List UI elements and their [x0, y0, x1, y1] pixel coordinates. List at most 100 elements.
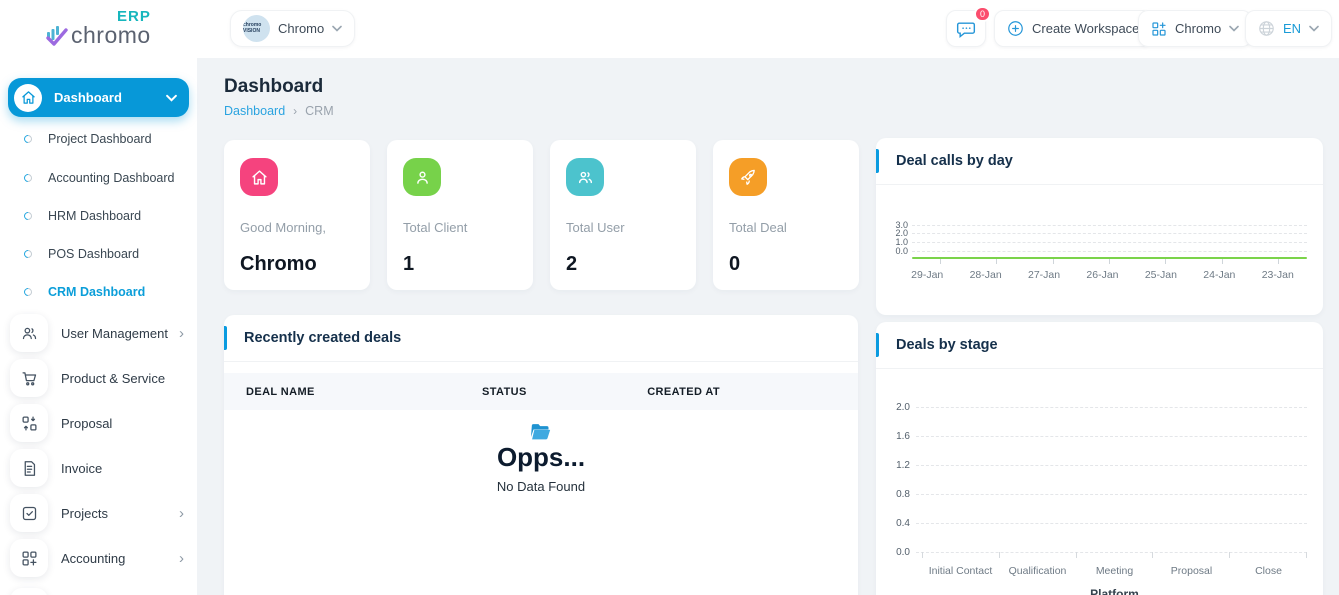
sidebar-item-label: Invoice: [61, 461, 184, 476]
workspace-grid-icon: [1151, 21, 1167, 37]
app-logo[interactable]: chromo ERP: [45, 10, 175, 52]
x-tick: 29-Jan: [898, 269, 956, 281]
accent-bar: [224, 326, 227, 350]
sidebar-item-partial[interactable]: [10, 588, 188, 595]
sidebar-item-product-service[interactable]: Product & Service: [10, 359, 188, 397]
sidebar-subitem-label: HRM Dashboard: [48, 209, 141, 223]
sidebar-item-accounting[interactable]: Accounting ›: [10, 539, 188, 577]
x-axis-ticks: [912, 259, 1307, 265]
users-icon: [10, 314, 48, 352]
x-tick: 25-Jan: [1132, 269, 1190, 281]
page-title: Dashboard: [224, 76, 323, 98]
folder-icon: [531, 424, 551, 440]
chevron-down-icon: [1229, 25, 1239, 32]
chat-badge: 0: [974, 6, 991, 22]
sidebar-subitem-crm-dashboard[interactable]: CRM Dashboard: [24, 285, 145, 299]
card-header: Recently created deals: [224, 315, 858, 362]
brand-name: chromo: [71, 22, 151, 49]
sidebar-item-label: Product & Service: [61, 371, 184, 386]
sidebar-item-label: Proposal: [61, 416, 184, 431]
line-chart: 3.0 2.0 1.0 0.0 29-Jan 28-Jan 27-Jan 26-…: [886, 221, 1307, 281]
chevron-down-icon: [332, 25, 342, 32]
x-tick: 27-Jan: [1015, 269, 1073, 281]
sidebar-subitem-pos-dashboard[interactable]: POS Dashboard: [24, 247, 139, 261]
empty-message: No Data Found: [224, 479, 858, 494]
check-square-icon: [10, 494, 48, 532]
rocket-icon: [729, 158, 767, 196]
sidebar-item-label: Dashboard: [54, 90, 166, 105]
sidebar-item-label: User Management: [61, 326, 179, 341]
sidebar-item-invoice[interactable]: Invoice: [10, 449, 188, 487]
breadcrumb-link-dashboard[interactable]: Dashboard: [224, 104, 285, 118]
stat-label: Good Morning,: [240, 220, 354, 235]
x-tick: 26-Jan: [1073, 269, 1131, 281]
sidebar-item-user-management[interactable]: User Management ›: [10, 314, 188, 352]
table-header-row: DEAL NAME STATUS CREATED AT: [224, 373, 858, 410]
x-axis-labels: 29-Jan 28-Jan 27-Jan 26-Jan 25-Jan 24-Ja…: [898, 269, 1307, 281]
circle-plus-icon: [1007, 20, 1024, 37]
x-tick: 24-Jan: [1190, 269, 1248, 281]
stat-value: Chromo: [240, 253, 354, 276]
category-label: Proposal: [1153, 565, 1230, 577]
stat-value: 0: [729, 253, 843, 276]
card-title: Deals by stage: [896, 337, 998, 353]
stat-card-greeting: Good Morning, Chromo: [224, 140, 370, 290]
category-label: Close: [1230, 565, 1307, 577]
brand-check-icon: [45, 22, 69, 46]
users-icon: [566, 158, 604, 196]
swap-grid-icon: [10, 404, 48, 442]
top-header: chromo ERP chromo VISION Chromo 0 Create…: [0, 0, 1339, 58]
stat-value: 2: [566, 253, 680, 276]
y-tick: 2.0: [888, 403, 916, 413]
user-icon: [403, 158, 441, 196]
create-workspace-label: Create Workspace: [1032, 21, 1139, 36]
category-label: Meeting: [1076, 565, 1153, 577]
column-header-created-at: CREATED AT: [647, 386, 836, 398]
bullet-icon: [22, 133, 33, 144]
x-axis-title: Platform: [922, 587, 1307, 595]
bullet-icon: [22, 210, 33, 221]
bullet-icon: [22, 248, 33, 259]
globe-icon: [1258, 20, 1275, 37]
language-selector[interactable]: EN: [1245, 10, 1332, 47]
stat-card-total-user: Total User 2: [550, 140, 696, 290]
language-label: EN: [1283, 21, 1301, 36]
y-tick: 0.0: [886, 247, 912, 256]
home-icon: [14, 84, 42, 112]
cart-icon: [10, 359, 48, 397]
sidebar-subitem-project-dashboard[interactable]: Project Dashboard: [24, 132, 152, 146]
create-workspace-button[interactable]: Create Workspace: [994, 10, 1152, 47]
sidebar-item-dashboard[interactable]: Dashboard: [8, 78, 189, 117]
workspace-dropdown[interactable]: Chromo: [1138, 10, 1252, 47]
chevron-down-icon: [1309, 25, 1319, 32]
card-header: Deal calls by day: [876, 138, 1323, 185]
home-icon: [240, 158, 278, 196]
deals-by-stage-card: Deals by stage 2.0 1.6 1.2 0.8 0.4 0.0 I…: [876, 322, 1323, 595]
sidebar-item-label: Accounting: [61, 551, 179, 566]
y-tick: 1.2: [888, 461, 916, 471]
grid-plus-icon: [10, 539, 48, 577]
brand-suffix: ERP: [117, 8, 151, 25]
chevron-down-icon: [166, 94, 177, 102]
sidebar: Dashboard Project Dashboard Accounting D…: [0, 58, 197, 595]
breadcrumb: Dashboard › CRM: [224, 104, 334, 118]
bar-chart: 2.0 1.6 1.2 0.8 0.4 0.0 Initial Contact …: [888, 407, 1307, 595]
messages-button[interactable]: 0: [946, 10, 986, 47]
card-title: Deal calls by day: [896, 153, 1013, 169]
y-tick: 0.0: [888, 548, 916, 558]
sidebar-subitem-accounting-dashboard[interactable]: Accounting Dashboard: [24, 171, 174, 185]
x-axis-labels: Initial Contact Qualification Meeting Pr…: [922, 565, 1307, 577]
category-label: Initial Contact: [922, 565, 999, 577]
sidebar-item-label: Projects: [61, 506, 179, 521]
sidebar-subitem-hrm-dashboard[interactable]: HRM Dashboard: [24, 209, 141, 223]
document-icon: [10, 449, 48, 487]
stat-label: Total Deal: [729, 220, 843, 235]
sidebar-item-proposal[interactable]: Proposal: [10, 404, 188, 442]
stat-label: Total User: [566, 220, 680, 235]
workspace-switcher[interactable]: chromo VISION Chromo: [230, 10, 355, 47]
y-tick: 0.8: [888, 490, 916, 500]
x-tick: 23-Jan: [1249, 269, 1307, 281]
sidebar-subitem-label: Accounting Dashboard: [48, 171, 174, 185]
sidebar-item-projects[interactable]: Projects ›: [10, 494, 188, 532]
breadcrumb-separator: ›: [293, 104, 297, 118]
